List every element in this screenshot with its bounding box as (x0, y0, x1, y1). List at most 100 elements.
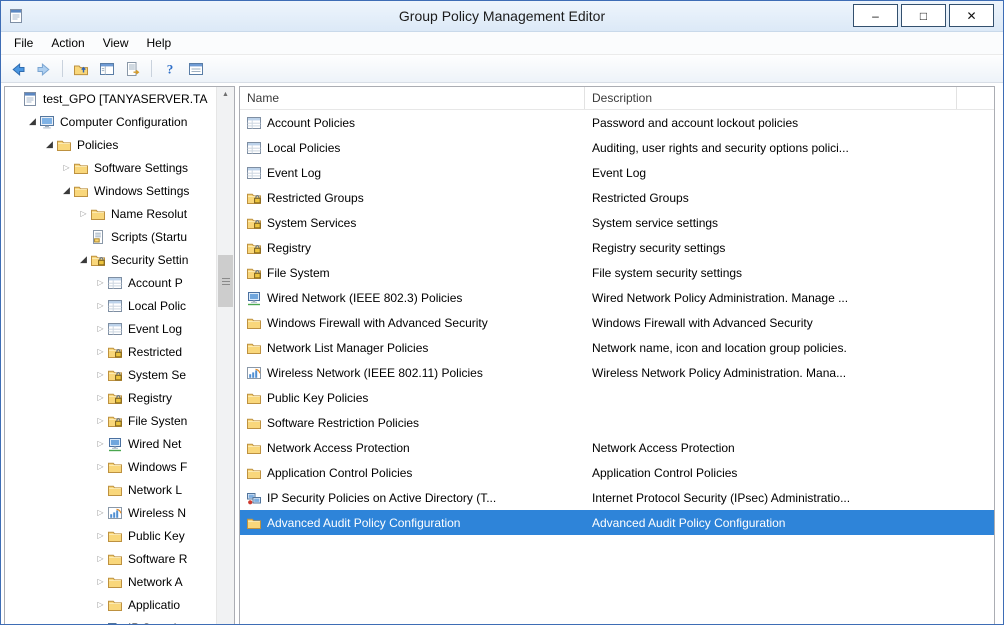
console-tree-pane: test_GPO [TANYASERVER.TA ◢ Computer Config… (4, 86, 235, 624)
properties-window-button[interactable] (184, 58, 208, 80)
tree-item[interactable]: ▷ Software R (5, 547, 217, 570)
column-header-description[interactable]: Description (585, 87, 957, 109)
folder-icon (90, 206, 106, 222)
list-row[interactable]: Account Policies Password and account loc… (240, 110, 994, 135)
tree-item[interactable]: ▷ Account P (5, 271, 217, 294)
tree-item-label: Event Log (128, 321, 183, 336)
tree-item-label: Wired Net (128, 436, 182, 451)
list-row[interactable]: Network Access Protection Network Access … (240, 435, 994, 460)
list-item-name: IP Security Policies on Active Directory… (267, 490, 497, 505)
column-header-name[interactable]: Name (240, 87, 585, 109)
expander-collapsed-icon[interactable]: ▷ (94, 508, 107, 517)
folder-icon (107, 528, 123, 544)
expander-collapsed-icon[interactable]: ▷ (94, 600, 107, 609)
tree-item[interactable]: ▷ Public Key (5, 524, 217, 547)
forward-button[interactable] (32, 58, 56, 80)
tree-item[interactable]: ◢ Windows Settings (5, 179, 217, 202)
expander-collapsed-icon[interactable]: ▷ (94, 531, 107, 540)
expander-collapsed-icon[interactable]: ▷ (94, 439, 107, 448)
expander-collapsed-icon[interactable]: ▷ (94, 462, 107, 471)
expander-collapsed-icon[interactable]: ▷ (94, 301, 107, 310)
tree-item[interactable]: ▷ Name Resolut (5, 202, 217, 225)
list-row[interactable]: Registry Registry security settings (240, 235, 994, 260)
show-console-tree-button[interactable] (95, 58, 119, 80)
tree-item[interactable]: ▷ Network A (5, 570, 217, 593)
tree-item-label: Software Settings (94, 160, 189, 175)
up-one-level-button[interactable] (69, 58, 93, 80)
folder-icon (246, 440, 262, 456)
list-row[interactable]: Wired Network (IEEE 802.3) Policies Wired… (240, 285, 994, 310)
maximize-button[interactable]: □ (901, 4, 946, 27)
list-row[interactable]: Local Policies Auditing, user rights and … (240, 135, 994, 160)
tree-item[interactable]: ▷ File Systen (5, 409, 217, 432)
list-row[interactable]: Wireless Network (IEEE 802.11) Policies W… (240, 360, 994, 385)
tree-item[interactable]: ▷ Software Settings (5, 156, 217, 179)
list-row[interactable]: IP Security Policies on Active Directory… (240, 485, 994, 510)
title-bar[interactable]: Group Policy Management Editor – □ ✕ (1, 1, 1003, 32)
tree-item[interactable]: ▷ Local Polic (5, 294, 217, 317)
expander-collapsed-icon[interactable]: ▷ (60, 163, 73, 172)
tree-item[interactable]: ◢ Policies (5, 133, 217, 156)
expander-collapsed-icon[interactable]: ▷ (94, 324, 107, 333)
tree-item-label: Public Key (128, 528, 185, 543)
expander-collapsed-icon[interactable]: ▷ (94, 416, 107, 425)
list-item-name: Advanced Audit Policy Configuration (267, 515, 461, 530)
tree-item[interactable]: IP Securit (5, 616, 217, 624)
expander-collapsed-icon[interactable]: ▷ (94, 393, 107, 402)
wired-network-icon (107, 436, 123, 452)
list-row[interactable]: Public Key Policies (240, 385, 994, 410)
wireless-network-icon (107, 505, 123, 521)
tree-item-label: Registry (128, 390, 173, 405)
tree-item[interactable]: ◢ Computer Configuration (5, 110, 217, 133)
list-row[interactable]: Restricted Groups Restricted Groups (240, 185, 994, 210)
tree-item[interactable]: ▷ Event Log (5, 317, 217, 340)
list-row[interactable]: Event Log Event Log (240, 160, 994, 185)
expander-expanded-icon[interactable]: ◢ (43, 139, 56, 150)
menu-item-file[interactable]: File (5, 34, 42, 52)
list-item-name: Windows Firewall with Advanced Security (267, 315, 488, 330)
close-button[interactable]: ✕ (949, 4, 994, 27)
tree-item[interactable]: test_GPO [TANYASERVER.TA (5, 87, 217, 110)
tree-item[interactable]: ▷ Windows F (5, 455, 217, 478)
back-button[interactable] (6, 58, 30, 80)
toolbar-separator (62, 60, 63, 77)
tree-item[interactable]: ▷ Restricted (5, 340, 217, 363)
list-item-name: Network List Manager Policies (267, 340, 429, 355)
tree-item[interactable]: ▷ Wireless N (5, 501, 217, 524)
list-cell-name: Public Key Policies (240, 390, 585, 406)
expander-collapsed-icon[interactable]: ▷ (77, 209, 90, 218)
help-button[interactable]: ? (158, 58, 182, 80)
menu-item-help[interactable]: Help (138, 34, 181, 52)
scroll-up-icon[interactable]: ▲ (217, 87, 234, 102)
expander-collapsed-icon[interactable]: ▷ (94, 347, 107, 356)
scroll-thumb[interactable] (218, 255, 233, 307)
list-row[interactable]: Application Control Policies Application … (240, 460, 994, 485)
list-row[interactable]: File System File system security settings (240, 260, 994, 285)
menu-item-view[interactable]: View (94, 34, 138, 52)
minimize-button[interactable]: – (853, 4, 898, 27)
list-row[interactable]: Advanced Audit Policy Configuration Advan… (240, 510, 994, 535)
expander-collapsed-icon[interactable]: ▷ (94, 370, 107, 379)
list-row[interactable]: System Services System service settings (240, 210, 994, 235)
tree-scrollbar[interactable]: ▲ (216, 87, 234, 624)
list-cell-name: Network Access Protection (240, 440, 585, 456)
tree-item[interactable]: Scripts (Startu (5, 225, 217, 248)
expander-collapsed-icon[interactable]: ▷ (94, 278, 107, 287)
tree-item[interactable]: ▷ Registry (5, 386, 217, 409)
tree-item[interactable]: ▷ Applicatio (5, 593, 217, 616)
menu-item-action[interactable]: Action (42, 34, 93, 52)
tree-item[interactable]: ◢ Security Settin (5, 248, 217, 271)
expander-expanded-icon[interactable]: ◢ (60, 185, 73, 196)
expander-expanded-icon[interactable]: ◢ (26, 116, 39, 127)
tree-item[interactable]: ▷ Wired Net (5, 432, 217, 455)
tree-item[interactable]: ▷ System Se (5, 363, 217, 386)
expander-collapsed-icon[interactable]: ▷ (94, 577, 107, 586)
expander-expanded-icon[interactable]: ◢ (77, 254, 90, 265)
export-list-button[interactable] (121, 58, 145, 80)
list-row[interactable]: Software Restriction Policies (240, 410, 994, 435)
list-item-description: Windows Firewall with Advanced Security (592, 315, 813, 330)
tree-item[interactable]: Network L (5, 478, 217, 501)
expander-collapsed-icon[interactable]: ▷ (94, 554, 107, 563)
list-row[interactable]: Network List Manager Policies Network nam… (240, 335, 994, 360)
list-row[interactable]: Windows Firewall with Advanced Security W… (240, 310, 994, 335)
